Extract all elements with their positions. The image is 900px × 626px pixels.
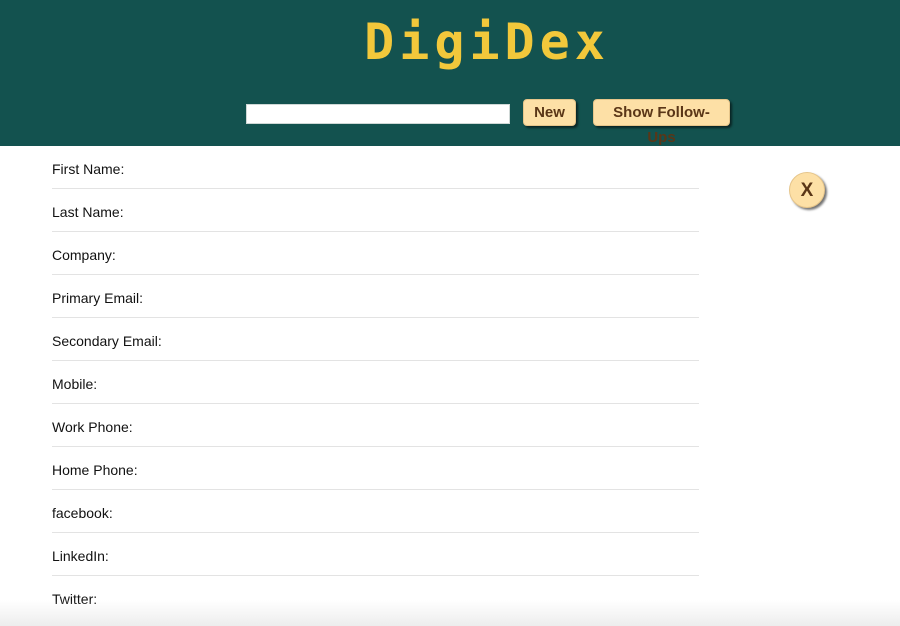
app-logo: DigiDex [364,13,610,71]
field-label: Twitter: [52,591,98,607]
field-label: Secondary Email: [52,333,162,349]
field-label: Primary Email: [52,290,144,306]
field-label: Home Phone: [52,462,138,478]
field-label: Work Phone: [52,419,133,435]
field-row-work-phone[interactable]: Work Phone: [52,404,699,447]
field-row-linkedin[interactable]: LinkedIn: [52,533,699,576]
app-header: DigiDex New Show Follow-Ups [0,0,900,146]
field-row-secondary-email[interactable]: Secondary Email: [52,318,699,361]
field-label: Mobile: [52,376,98,392]
field-row-last-name[interactable]: Last Name: [52,189,699,232]
contact-form: First Name: Last Name: Company: Primary … [52,146,699,619]
show-follow-ups-button[interactable]: Show Follow-Ups [593,99,730,146]
field-label: facebook: [52,505,113,521]
field-label: LinkedIn: [52,548,109,564]
field-row-company[interactable]: Company: [52,232,699,275]
field-row-facebook[interactable]: facebook: [52,490,699,533]
new-button[interactable]: New [523,99,576,126]
field-row-home-phone[interactable]: Home Phone: [52,447,699,490]
field-row-twitter[interactable]: Twitter: [52,576,699,619]
field-row-primary-email[interactable]: Primary Email: [52,275,699,318]
close-button[interactable]: X [789,172,825,208]
field-row-mobile[interactable]: Mobile: [52,361,699,404]
search-input[interactable] [246,104,510,124]
field-label: Last Name: [52,204,124,220]
field-label: Company: [52,247,116,263]
field-row-first-name[interactable]: First Name: [52,146,699,189]
field-label: First Name: [52,161,125,177]
